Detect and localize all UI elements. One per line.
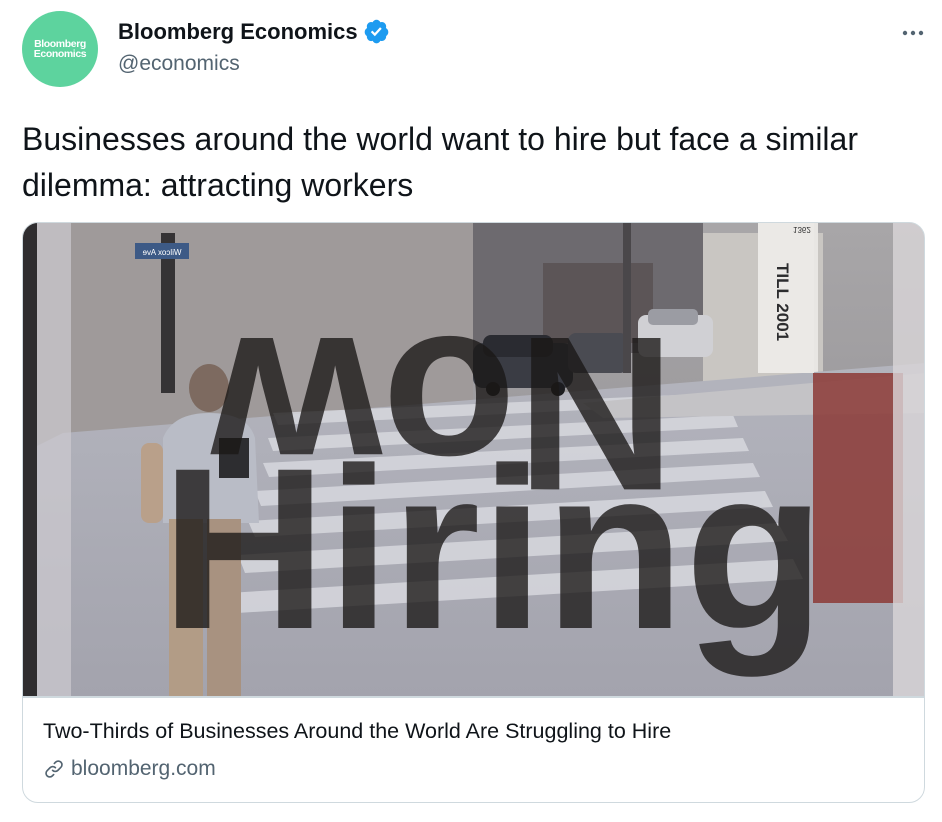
author-display-name[interactable]: Bloomberg Economics [118, 19, 358, 45]
building-number-text: 1362 [793, 225, 811, 234]
building-sign-text: TILL 2001 [773, 263, 792, 341]
more-options-button[interactable] [893, 22, 933, 44]
more-horizontal-icon [902, 30, 924, 36]
card-domain-row[interactable]: bloomberg.com [43, 757, 216, 781]
now-hiring-line2: Hiring [161, 420, 825, 677]
author-name-row: Bloomberg Economics [118, 18, 390, 45]
author-handle[interactable]: @economics [118, 52, 240, 76]
street-sign-text: Wilcox Ave [142, 248, 182, 257]
card-title[interactable]: Two-Thirds of Businesses Around the Worl… [43, 719, 671, 744]
link-preview-card[interactable]: Wilcox Ave TILL 2001 1362 Now Hiring Two… [22, 222, 925, 803]
tweet-text: Businesses around the world want to hire… [22, 121, 858, 203]
card-divider [23, 696, 924, 698]
card-domain: bloomberg.com [71, 757, 216, 780]
author-avatar[interactable]: Bloomberg Economics [22, 11, 98, 87]
avatar-line2: Economics [33, 48, 87, 60]
card-image[interactable]: Wilcox Ave TILL 2001 1362 Now Hiring [23, 223, 924, 697]
link-icon [45, 760, 63, 778]
verified-badge-icon [363, 18, 390, 45]
